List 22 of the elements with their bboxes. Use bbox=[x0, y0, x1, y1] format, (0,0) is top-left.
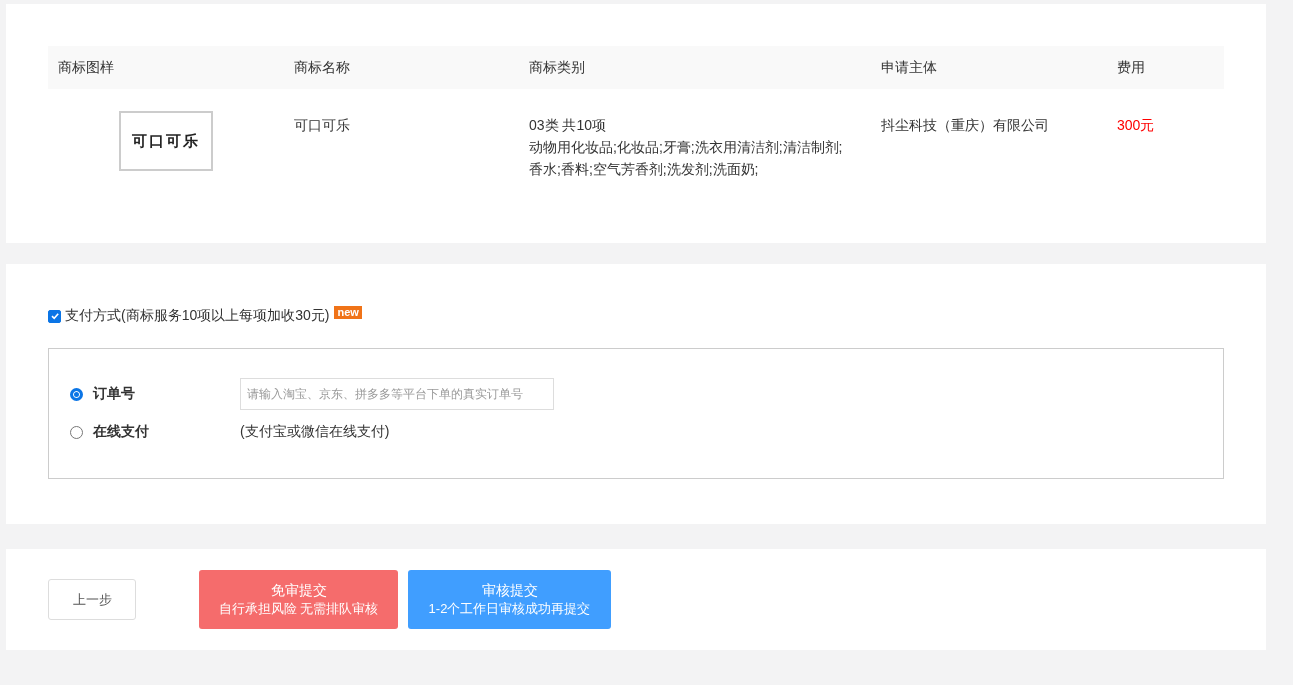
table-cell: 可口可乐 bbox=[294, 117, 350, 133]
table-cell-text: 03类 共10项 bbox=[529, 116, 608, 135]
back-button[interactable]: 上一步 bbox=[48, 579, 136, 620]
column-header: 商标名称 bbox=[294, 58, 350, 75]
new-badge: new bbox=[334, 305, 362, 319]
radio-button[interactable] bbox=[70, 387, 83, 401]
table-cell: 抖尘科技（重庆）有限公司 bbox=[881, 117, 1049, 133]
submit-button[interactable]: 免审提交 自行承担风险 无需排队审核 bbox=[199, 570, 398, 629]
payment-label: 支付方式(商标服务10项以上每项加收30元) bbox=[65, 307, 330, 325]
submit-button[interactable]: 审核提交 1-2个工作日审核成功再提交 bbox=[408, 570, 611, 629]
option-label: 订单号 bbox=[93, 385, 136, 403]
table-cell-text: 动物用化妆品;化妆品;牙膏;洗衣用清洁剂;清洁制剂;香水;香料;空气芳香剂;洗发剂;洗面奶; bbox=[529, 138, 844, 179]
option-note: (支付宝或微信在线支付) bbox=[240, 423, 390, 441]
column-header: 商标图样 bbox=[58, 58, 114, 75]
column-header: 费用 bbox=[1117, 58, 1145, 75]
column-header: 商标类别 bbox=[529, 58, 585, 75]
trademark-image: 可口可乐 bbox=[119, 111, 213, 171]
column-header: 申请主体 bbox=[881, 58, 937, 75]
fee-text: 300元 bbox=[1117, 117, 1155, 133]
order-number-field[interactable]: 请输入淘宝、京东、拼多多等平台下单的真实订单号 bbox=[240, 378, 554, 410]
option-label: 在线支付 bbox=[93, 423, 150, 441]
checkbox[interactable] bbox=[48, 309, 61, 323]
